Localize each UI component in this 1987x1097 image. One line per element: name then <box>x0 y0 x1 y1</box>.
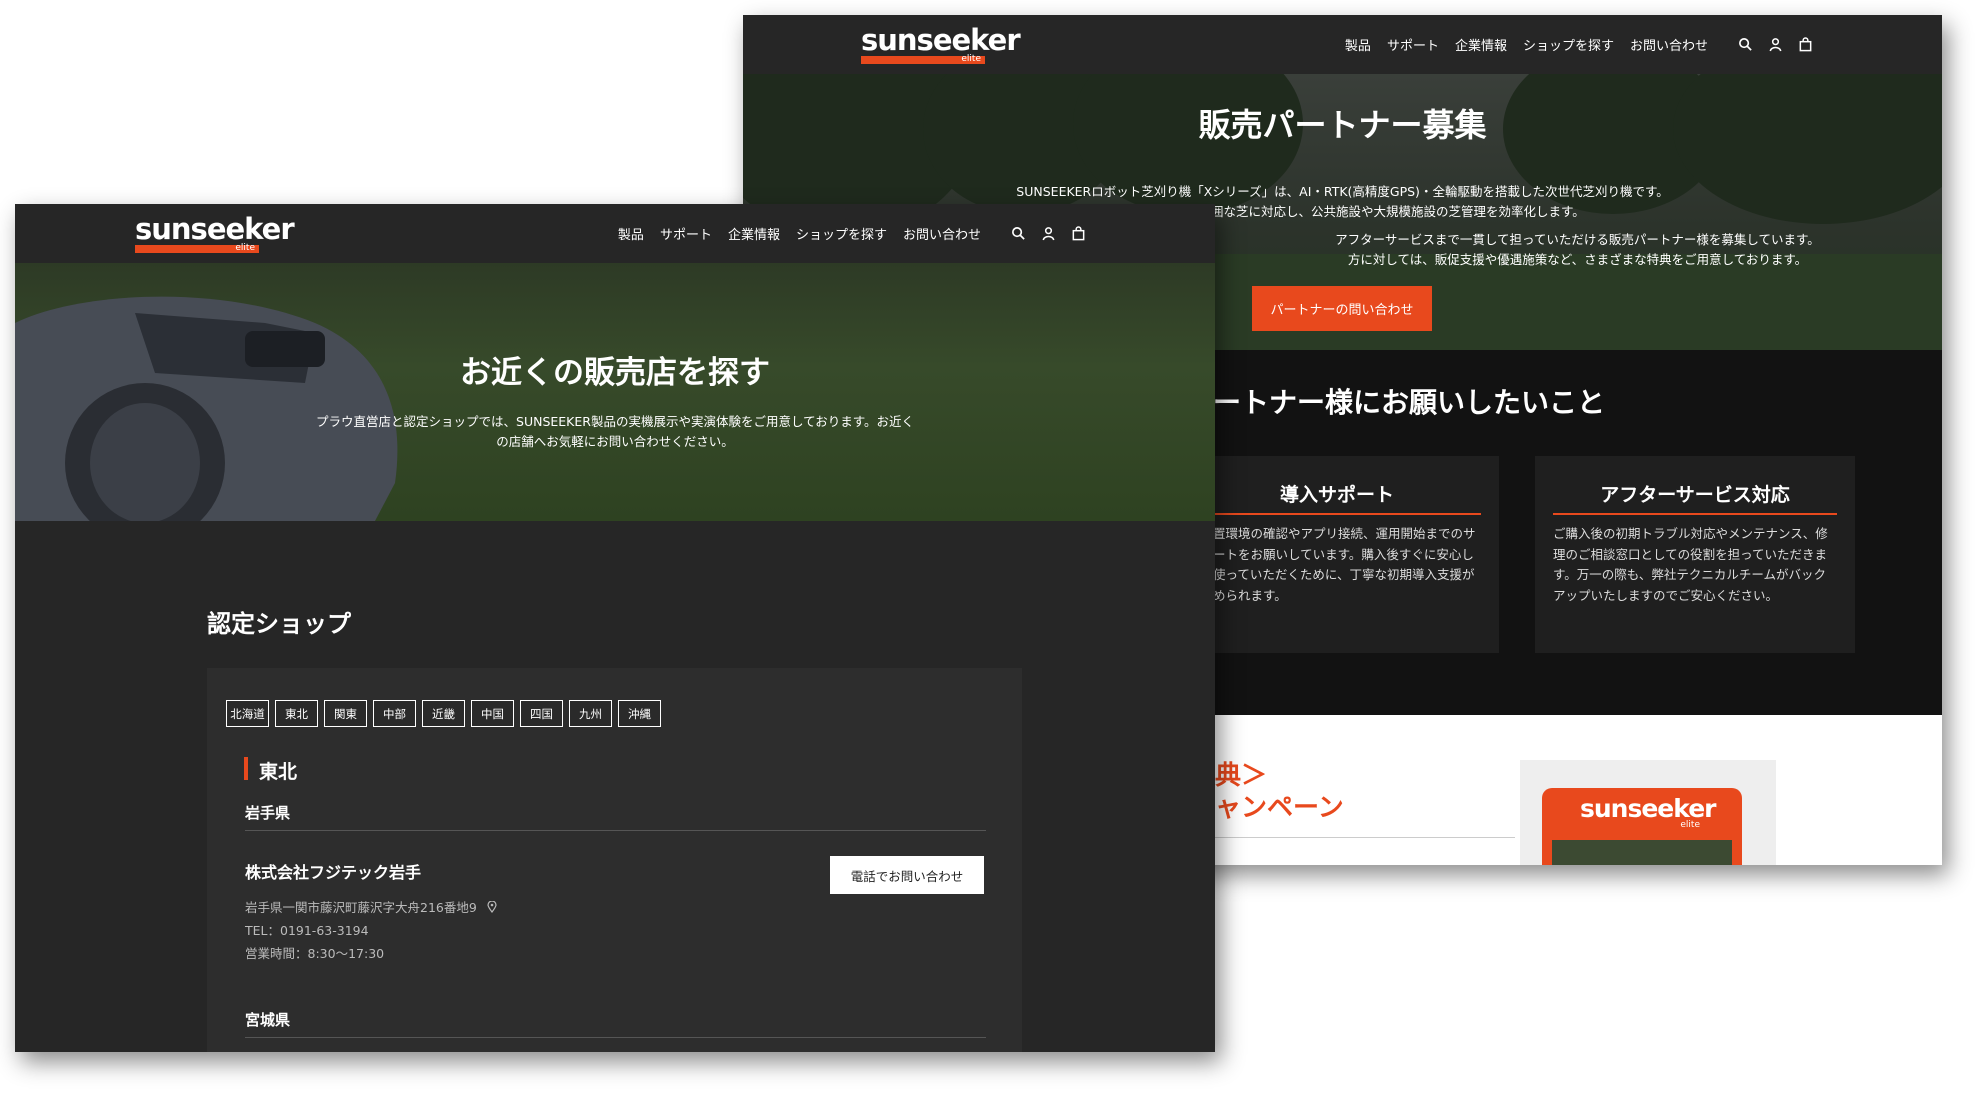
card-setup-support: 導入サポート 置環境の確認やアプリ接続、運用開始までのサ ートをお願いしています… <box>1175 456 1499 653</box>
nav-item-shops[interactable]: ショップを探す <box>1523 35 1614 54</box>
user-icon[interactable] <box>1766 36 1784 54</box>
shop-address-row: 岩手県一関市藤沢町藤沢字大舟216番地9 <box>245 897 497 916</box>
main-nav: 製品 サポート 企業情報 ショップを探す お問い合わせ <box>618 204 1087 263</box>
promo-image: sunseeker elite <box>1520 760 1776 865</box>
region-tab-chubu[interactable]: 中部 <box>373 700 416 727</box>
prefecture-heading: 宮城県 <box>245 1011 291 1029</box>
card-text: ご購入後の初期トラブル対応やメンテナンス、修 理のご相談窓口としての役割を担って… <box>1553 526 1828 603</box>
shop-page-window: sunseeker elite 製品 サポート 企業情報 ショップを探す お問い… <box>15 204 1215 1052</box>
card-after-service: アフターサービス対応 ご購入後の初期トラブル対応やメンテナンス、修 理のご相談窓… <box>1535 456 1855 653</box>
region-tabs: 北海道 東北 関東 中部 近畿 中国 四国 九州 沖縄 <box>226 700 686 727</box>
shop-tel: TEL：0191-63-3194 <box>245 923 369 938</box>
region-tab-kyushu[interactable]: 九州 <box>569 700 612 727</box>
region-heading: 東北 <box>259 761 298 783</box>
nav-item-contact[interactable]: お問い合わせ <box>903 224 981 243</box>
shop-hero-desc-1: プラウ直営店と認定ショップでは、SUNSEEKER製品の実機展示や実演体験をご用… <box>316 414 914 429</box>
region-tab-shikoku[interactable]: 四国 <box>520 700 563 727</box>
search-icon[interactable] <box>1736 36 1754 54</box>
region-tab-tohoku[interactable]: 東北 <box>275 700 318 727</box>
partner-hero-title: 販売パートナー募集 <box>1198 106 1487 144</box>
card-text: 置環境の確認やアプリ接続、運用開始までのサ ートをお願いしています。購入後すぐに… <box>1213 526 1476 603</box>
prefecture-heading: 岩手県 <box>245 804 291 822</box>
logo-text: sunseeker <box>135 212 295 246</box>
main-nav: 製品 サポート 企業情報 ショップを探す お問い合わせ <box>1345 15 1814 74</box>
shop-name: 株式会社フジテック岩手 <box>245 863 422 882</box>
card-title: アフターサービス対応 <box>1600 484 1790 506</box>
nav-item-company[interactable]: 企業情報 <box>728 224 780 243</box>
nav-item-products[interactable]: 製品 <box>1345 35 1371 54</box>
logo-sub: elite <box>235 243 255 253</box>
logo-sub: elite <box>961 54 981 64</box>
nav-item-company[interactable]: 企業情報 <box>1455 35 1507 54</box>
shop-address: 岩手県一関市藤沢町藤沢字大舟216番地9 <box>245 900 477 915</box>
card-title: 導入サポート <box>1279 484 1394 506</box>
sunseeker-logo[interactable]: sunseeker elite <box>135 214 295 256</box>
partner-hero-desc-4: 方に対しては、販促支援や優遇施策など、さまざまな特典をご用意しております。 <box>1347 252 1808 267</box>
nav-item-support[interactable]: サポート <box>1387 35 1439 54</box>
nav-item-shops[interactable]: ショップを探す <box>796 224 887 243</box>
nav-item-support[interactable]: サポート <box>660 224 712 243</box>
site-header: sunseeker elite 製品 サポート 企業情報 ショップを探す お問い… <box>15 204 1215 263</box>
section-title: 認定ショップ <box>207 610 351 638</box>
region-marker <box>244 757 248 780</box>
mower-image <box>15 296 398 521</box>
user-icon[interactable] <box>1039 225 1057 243</box>
partner-hero-desc-1: SUNSEEKERロボット芝刈り機「Xシリーズ」は、AI・RTK(高精度GPS)… <box>1016 184 1669 199</box>
nav-item-products[interactable]: 製品 <box>618 224 644 243</box>
region-tab-kanto[interactable]: 関東 <box>324 700 367 727</box>
partner-hero-desc-3: アフターサービスまで一貫して担っていただける販売パートナー様を募集しています。 <box>1335 232 1820 247</box>
logo-text: sunseeker <box>861 23 1021 57</box>
site-header: sunseeker elite 製品 サポート 企業情報 ショップを探す お問い… <box>743 15 1942 74</box>
shop-hero-title: お近くの販売店を探す <box>460 355 770 391</box>
partner-contact-button[interactable]: パートナーの問い合わせ <box>1252 286 1432 331</box>
shop-hero: お近くの販売店を探す プラウ直営店と認定ショップでは、SUNSEEKER製品の実… <box>15 263 1215 521</box>
search-icon[interactable] <box>1009 225 1027 243</box>
region-tab-okinawa[interactable]: 沖縄 <box>618 700 661 727</box>
shop-hours: 営業時間：8:30〜17:30 <box>245 946 385 961</box>
bag-icon[interactable] <box>1069 225 1087 243</box>
sunseeker-logo[interactable]: sunseeker elite <box>861 25 1021 67</box>
partner-section-heading: ートナー様にお願いしたいこと <box>1213 386 1606 419</box>
region-tab-hokkaido[interactable]: 北海道 <box>226 700 269 727</box>
call-button[interactable]: 電話でお問い合わせ <box>830 856 984 894</box>
map-pin-icon[interactable] <box>487 900 497 916</box>
region-tab-chugoku[interactable]: 中国 <box>471 700 514 727</box>
shop-list-panel: 北海道 東北 関東 中部 近畿 中国 四国 九州 沖縄 東北 岩手県 株式会社フ… <box>207 668 1022 1052</box>
region-tab-kinki[interactable]: 近畿 <box>422 700 465 727</box>
shop-hero-desc-2: の店舗へお気軽にお問い合わせください。 <box>496 434 734 449</box>
promo-heading-2: ャンペーン <box>1215 793 1344 823</box>
nav-item-contact[interactable]: お問い合わせ <box>1630 35 1708 54</box>
bag-icon[interactable] <box>1796 36 1814 54</box>
promo-logo: sunseeker elite <box>1580 794 1717 830</box>
